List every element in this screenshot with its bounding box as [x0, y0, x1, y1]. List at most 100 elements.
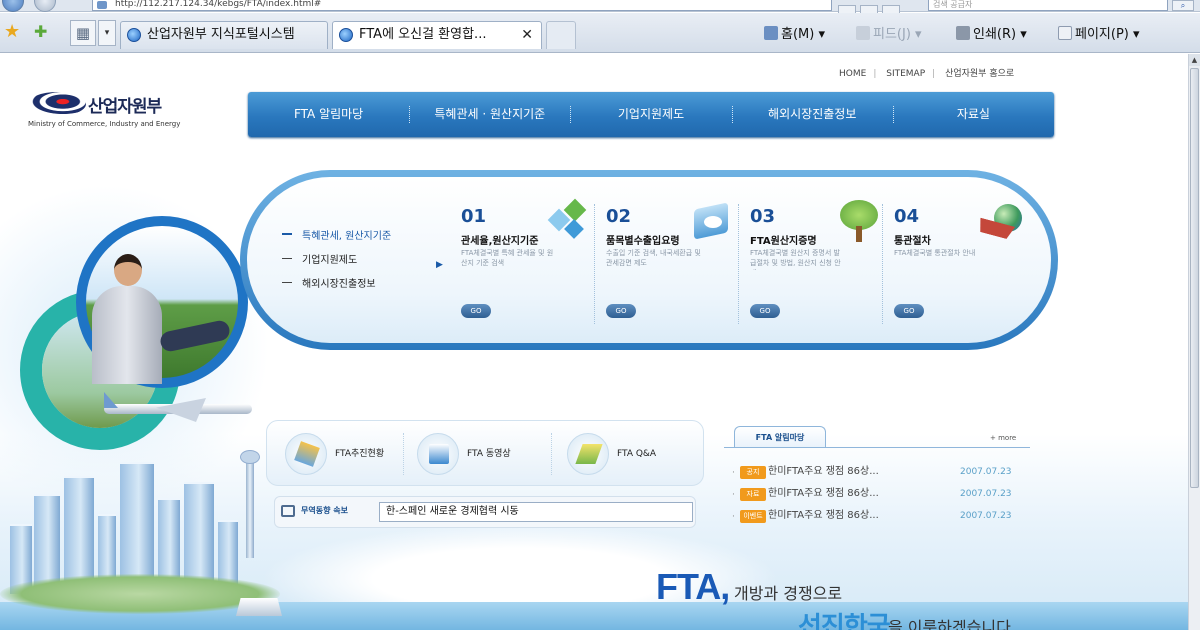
quick-menu-business-support[interactable]: 기업지원제도	[282, 254, 391, 278]
logo-text-kr: 산업자원부	[88, 97, 162, 117]
quick-card-export-import[interactable]: 02 품목별수출입요령 수출입 기준 검색, 내국세환급 및 관세감면 제도 G…	[606, 200, 746, 330]
more-link[interactable]: + more	[990, 434, 1016, 442]
back-button[interactable]	[2, 0, 24, 12]
list-item[interactable]: · 이벤트 한미FTA주요 쟁점 86상... 2007.07.23	[732, 508, 1030, 530]
notice-date: 2007.07.23	[960, 467, 1012, 477]
home-button[interactable]: 홈(M) ▾	[764, 23, 825, 47]
add-favorites-icon[interactable]: ✚	[34, 23, 47, 41]
fta-link-label: FTA Q&A	[617, 449, 657, 459]
gnb-item-fta-notice[interactable]: FTA 알림마당	[248, 92, 409, 137]
printer-icon	[956, 26, 970, 40]
card-number: 04	[894, 206, 920, 227]
go-button[interactable]: GO	[750, 304, 780, 318]
web-page: HOME | SITEMAP | 산업자원부 홈으로 산업자원부 Ministry …	[0, 54, 1188, 630]
util-link-home[interactable]: HOME	[839, 69, 866, 79]
tab-fta-notice[interactable]: FTA 알림마당	[734, 426, 826, 448]
close-tab-icon[interactable]: ✕	[521, 22, 533, 48]
ship-icon	[236, 598, 282, 616]
feeds-button[interactable]: 피드(J) ▾	[856, 23, 922, 47]
slogan-fta: FTA,	[656, 566, 730, 607]
scroll-thumb[interactable]	[1190, 68, 1199, 488]
bullet-icon: ·	[732, 512, 735, 522]
slogan-line1: 개방과 경쟁으로	[734, 584, 843, 603]
logo-text-en: Ministry of Commerce, Industry and Energ…	[28, 120, 181, 128]
address-field[interactable]: http://112.217.124.34/kebgs/FTA/index.ht…	[92, 0, 832, 11]
quick-card-origin-certificate[interactable]: 03 FTA원산지증명 FTA체결국별 원산지 증명서 발급절차 및 방법, 원…	[750, 200, 890, 330]
card-desc: FTA체결국별 원산지 증명서 발급절차 및 방법, 원산지 신청 안내	[750, 249, 841, 270]
link-divider	[403, 433, 404, 475]
tab-list-dropdown[interactable]: ▾	[98, 20, 116, 46]
gnb-item-preferential-tariff[interactable]: 특혜관세 · 원산지기준	[409, 92, 570, 137]
notice-badge: 공지	[740, 466, 766, 479]
go-button[interactable]: GO	[894, 304, 924, 318]
new-tab-button[interactable]	[546, 21, 576, 49]
page-scrollbar[interactable]: ▲	[1188, 54, 1200, 630]
card-title: 관세율,원산지기준	[461, 236, 539, 247]
browser-search-input[interactable]: 검색 공급자	[928, 0, 1168, 11]
favorites-star-icon[interactable]: ★	[4, 23, 20, 41]
page-menu-button[interactable]: 페이지(P) ▾	[1058, 23, 1140, 47]
go-button[interactable]: GO	[461, 304, 491, 318]
list-item[interactable]: · 공지 한미FTA주요 쟁점 86상... 2007.07.23	[732, 464, 1030, 486]
network-cubes-icon	[545, 198, 591, 246]
globe-ship-icon	[978, 200, 1024, 246]
print-button[interactable]: 인쇄(R) ▾	[956, 23, 1027, 47]
card-title: 통관절차	[894, 236, 931, 247]
page-icon	[97, 1, 107, 9]
notice-badge: 자료	[740, 488, 766, 501]
tree-icon	[834, 200, 880, 246]
search-icon[interactable]: ⌕	[1172, 0, 1194, 11]
utility-nav: HOME | SITEMAP | 산업자원부 홈으로	[839, 69, 1015, 79]
quick-panel-menu: 특혜관세, 원산지기준 기업지원제도 해외시장진출정보	[282, 230, 391, 302]
gnb-item-resources[interactable]: 자료실	[892, 92, 1054, 137]
card-number: 03	[750, 206, 776, 227]
command-bar: 홈(M) ▾ 피드(J) ▾ 인쇄(R) ▾ 페이지(P) ▾	[760, 23, 1200, 47]
card-divider	[738, 204, 739, 324]
chevron-right-icon: ▶	[436, 260, 443, 270]
bullet-icon: ·	[732, 490, 735, 500]
address-text: http://112.217.124.34/kebgs/FTA/index.ht…	[115, 0, 322, 9]
browser-address-bar-area: http://112.217.124.34/kebgs/FTA/index.ht…	[0, 0, 1200, 15]
ie-icon	[127, 28, 141, 42]
refresh-stop-buttons	[838, 0, 918, 15]
quick-menu-tariff[interactable]: 특혜관세, 원산지기준	[282, 230, 391, 254]
site-logo[interactable]: 산업자원부 Ministry of Commerce, Industry and…	[28, 90, 218, 134]
quick-card-customs[interactable]: 04 통관절차 FTA체결국별 통관절차 안내 GO	[894, 200, 1034, 330]
slogan-line3: 을 이룩하겠습니다.	[888, 618, 1016, 630]
card-desc: FTA체결국별 특혜 관세율 및 원산지 기준 검색	[461, 249, 554, 267]
logo-emblem-icon	[28, 92, 86, 116]
browser-tab-portal[interactable]: 산업자원부 지식포털시스템	[120, 21, 328, 49]
trade-news-ticker: 무역동향 속보 한-스페인 새로운 경제협력 시동	[274, 496, 696, 528]
ticker-headline[interactable]: 한-스페인 새로운 경제협력 시동	[379, 502, 693, 522]
util-link-ministry-home[interactable]: 산업자원부 홈으로	[945, 69, 1014, 79]
go-button[interactable]: GO	[606, 304, 636, 318]
list-item[interactable]: · 자료 한미FTA주요 쟁점 86상... 2007.07.23	[732, 486, 1030, 508]
quick-menu-overseas-market[interactable]: 해외시장진출정보	[282, 278, 391, 302]
link-divider	[551, 433, 552, 475]
ie-icon	[339, 28, 353, 42]
card-number: 02	[606, 206, 632, 227]
notice-title: 한미FTA주요 쟁점 86상...	[768, 488, 879, 499]
notice-board: FTA 알림마당 + more · 공지 한미FTA주요 쟁점 86상... 2…	[724, 426, 1030, 536]
notice-badge: 이벤트	[740, 510, 766, 523]
monitor-icon	[690, 200, 736, 246]
feed-icon	[856, 26, 870, 40]
scroll-up-arrow-icon[interactable]: ▲	[1189, 54, 1200, 66]
browser-tab-fta[interactable]: FTA에 오신걸 환영합... ✕	[332, 21, 542, 49]
card-title: FTA원산지증명	[750, 236, 817, 247]
quick-tabs-icon[interactable]: ▦	[70, 20, 96, 46]
notice-title: 한미FTA주요 쟁점 86상...	[768, 510, 879, 521]
card-divider	[594, 204, 595, 324]
forward-button[interactable]	[34, 0, 56, 12]
card-desc: FTA체결국별 통관절차 안내	[894, 249, 976, 257]
gnb-item-overseas-market[interactable]: 해외시장진출정보	[731, 92, 893, 137]
home-icon	[764, 26, 778, 40]
card-divider	[882, 204, 883, 324]
bullet-icon: ·	[732, 468, 735, 478]
video-icon	[417, 433, 459, 475]
fta-link-label: FTA 동영상	[467, 449, 511, 459]
gnb-item-business-support[interactable]: 기업지원제도	[570, 92, 731, 137]
quick-card-tariff[interactable]: 01 관세율,원산지기준 FTA체결국별 특혜 관세율 및 원산지 기준 검색 …	[461, 198, 601, 330]
ticker-label: 무역동향 속보	[301, 506, 348, 515]
util-link-sitemap[interactable]: SITEMAP	[886, 69, 925, 79]
